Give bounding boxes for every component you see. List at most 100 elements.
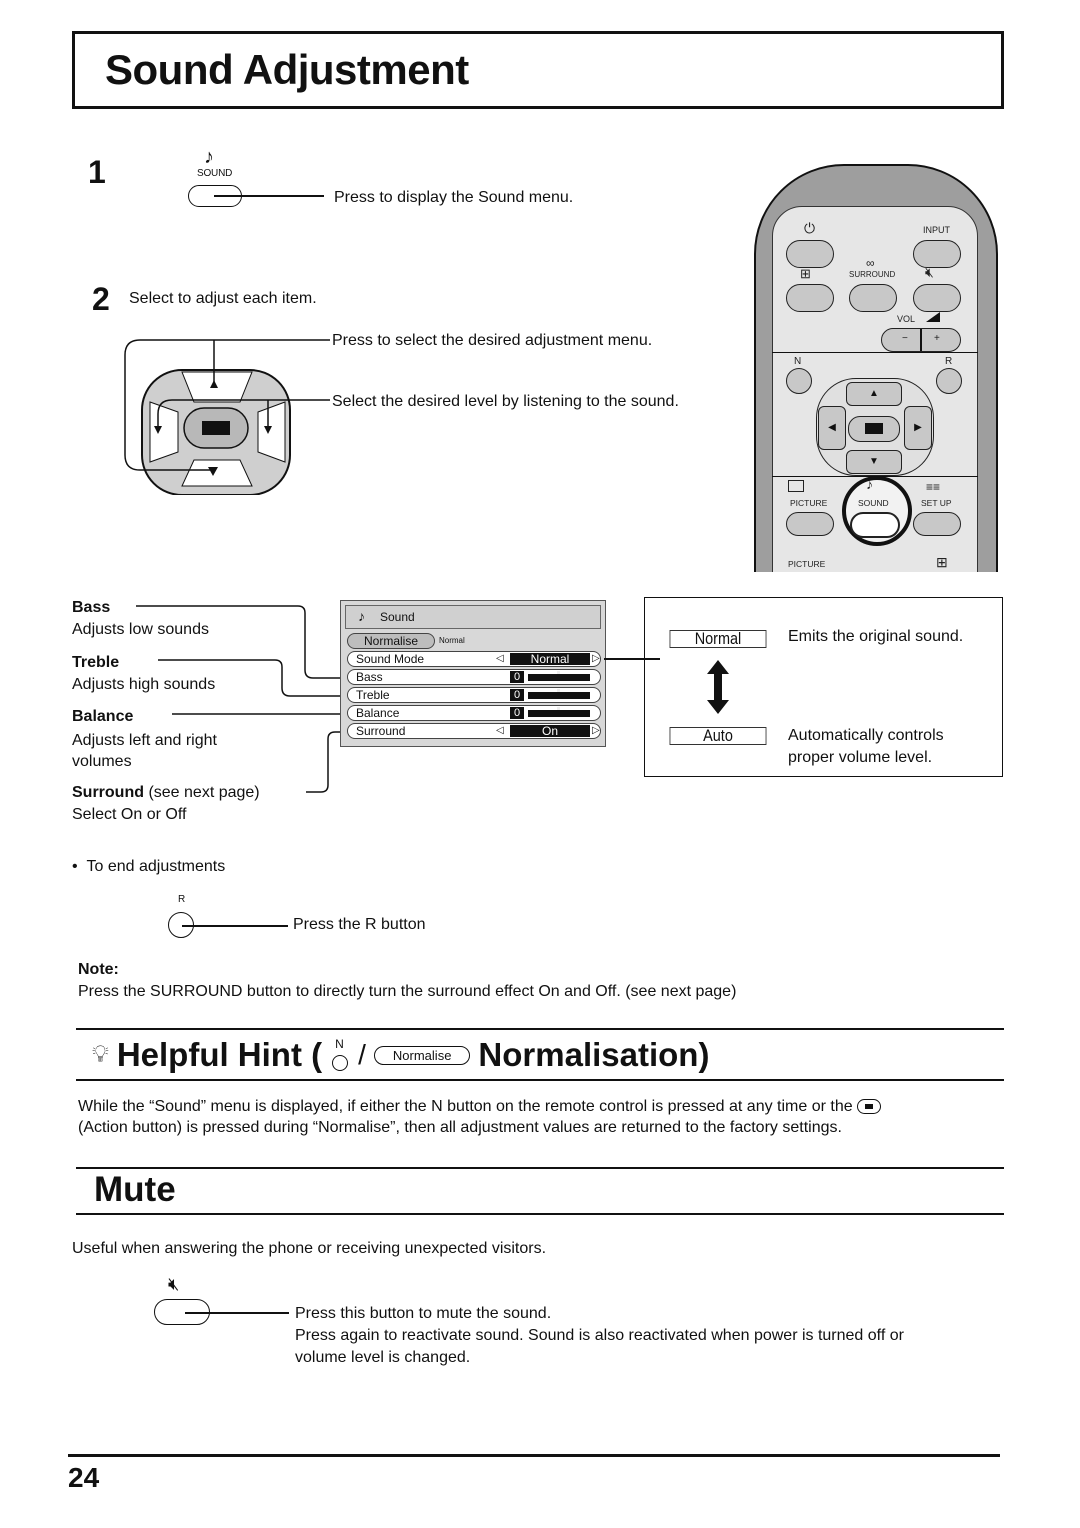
- action-square-icon: [202, 421, 230, 435]
- step-1-description: Press to display the Sound menu.: [334, 189, 574, 206]
- left-arrow-icon: ◁: [496, 725, 504, 736]
- step-1-number: 1: [88, 154, 106, 190]
- osd-row-label: Bass: [356, 670, 383, 684]
- sound-mode-options-box: Normal Emits the original sound. Auto Au…: [644, 597, 1003, 777]
- music-note-icon: ♪: [204, 146, 214, 168]
- mode-normal-description: Emits the original sound.: [788, 628, 964, 645]
- hint-line-1: While the “Sound” menu is displayed, if …: [78, 1098, 882, 1116]
- input-button[interactable]: [913, 240, 961, 268]
- balance-heading: Balance: [72, 708, 134, 725]
- setup-button[interactable]: [913, 512, 961, 536]
- volume-icon: [926, 312, 940, 322]
- r-label: R: [945, 356, 953, 367]
- osd-row-value: 0: [510, 671, 524, 683]
- hint-prefix: Helpful Hint (: [116, 1036, 323, 1073]
- remote-sound-button[interactable]: [850, 512, 900, 538]
- divider: [76, 1079, 1004, 1081]
- osd-row-label: Balance: [356, 706, 400, 720]
- dpad-down-button[interactable]: [181, 459, 253, 487]
- right-arrow-icon: ▷: [592, 653, 600, 664]
- n-label: N: [335, 1037, 344, 1051]
- mode-auto-description: Automatically controls proper volume lev…: [788, 727, 944, 766]
- r-button[interactable]: [936, 368, 962, 394]
- display-icon: ⊞: [800, 266, 811, 281]
- n-label: N: [794, 356, 802, 367]
- callout-line: [214, 195, 324, 197]
- lightbulb-icon: 💡︎: [92, 1041, 109, 1068]
- r-button-label: R: [178, 894, 186, 905]
- right-arrow-icon: ▷: [592, 725, 600, 736]
- osd-row-label: Sound Mode: [356, 652, 425, 666]
- hint-text-1: While the “Sound” menu is displayed, if …: [78, 1098, 853, 1115]
- mute-line-1: Press this button to mute the sound.: [295, 1305, 552, 1322]
- divider: [76, 1213, 1004, 1215]
- osd-row-treble[interactable]: Treble 0: [347, 687, 601, 703]
- hint-slash: /: [358, 1039, 366, 1070]
- end-bullet: • To end adjustments: [72, 858, 226, 875]
- remote-down-button[interactable]: ▼: [846, 450, 902, 474]
- callout-line: [185, 1312, 289, 1314]
- divider: [76, 1167, 1004, 1169]
- picture-mode-label: PICTURE: [788, 559, 826, 569]
- osd-row-value: Normal: [510, 653, 590, 665]
- surround-label: SURROUND: [849, 270, 896, 279]
- osd-row-sound-mode[interactable]: Sound Mode ◁ Normal ▷: [347, 651, 601, 667]
- osd-slider[interactable]: [528, 689, 590, 699]
- osd-slider[interactable]: [528, 671, 590, 681]
- remote-left-button[interactable]: ◀: [818, 406, 846, 450]
- mode-normal-label: Normal: [669, 630, 767, 648]
- normalise-status: Normal: [439, 636, 465, 645]
- osd-row-surround[interactable]: Surround ◁ On ▷: [347, 723, 601, 739]
- music-note-icon: ♪: [358, 608, 365, 624]
- surround-description: Select On or Off: [72, 806, 187, 823]
- mute-icon: 🔇︎: [168, 1274, 180, 1294]
- step-2-number: 2: [92, 281, 110, 317]
- osd-row-value: 0: [510, 689, 524, 701]
- osd-row-bass[interactable]: Bass 0: [347, 669, 601, 685]
- multi-window-icon: ⊞: [936, 554, 948, 570]
- remote-up-button[interactable]: ▲: [846, 382, 902, 406]
- mute-button[interactable]: [913, 284, 961, 312]
- power-button[interactable]: [786, 240, 834, 268]
- leftright-description: Select the desired level by listening to…: [332, 393, 679, 410]
- action-button-icon: [857, 1099, 882, 1115]
- action-square-icon: [865, 423, 883, 434]
- dpad-right-button[interactable]: [257, 401, 286, 463]
- bass-heading: Bass: [72, 599, 111, 616]
- hint-line-2: (Action button) is pressed during “Norma…: [78, 1119, 842, 1136]
- treble-heading: Treble: [72, 654, 120, 671]
- remote-action-button[interactable]: [848, 416, 900, 442]
- note-heading: Note:: [78, 961, 119, 978]
- footer-divider: [68, 1454, 1000, 1457]
- osd-title: Sound: [380, 610, 415, 624]
- mute-line-3: volume level is changed.: [295, 1349, 471, 1366]
- volume-up-button[interactable]: +: [934, 333, 940, 344]
- normalise-button[interactable]: Normalise: [347, 633, 435, 649]
- page-number: 24: [68, 1462, 100, 1493]
- picture-button[interactable]: [786, 512, 834, 536]
- osd-slider[interactable]: [528, 707, 590, 717]
- page-title-box: Sound Adjustment: [72, 31, 1004, 109]
- display-button[interactable]: [786, 284, 834, 312]
- volume-down-button[interactable]: −: [902, 333, 908, 344]
- vol-label: VOL: [897, 314, 916, 324]
- osd-row-value: On: [510, 725, 590, 737]
- divider: [76, 1028, 1004, 1030]
- n-button[interactable]: [786, 368, 812, 394]
- item-callout-lines: [136, 605, 345, 793]
- mute-line-2: Press again to reactivate sound. Sound i…: [295, 1327, 904, 1344]
- osd-row-value: 0: [510, 707, 524, 719]
- dpad-left-button[interactable]: [149, 401, 179, 463]
- osd-row-balance[interactable]: Balance 0: [347, 705, 601, 721]
- osd-header: ♪ Sound: [345, 605, 601, 629]
- remote-right-button[interactable]: ▶: [904, 406, 932, 450]
- input-label: INPUT: [923, 225, 950, 235]
- end-bullet-text: To end adjustments: [86, 858, 226, 875]
- normalise-pill-icon: Normalise: [373, 1045, 471, 1065]
- surround-button[interactable]: [849, 284, 897, 312]
- osd-row-label: Surround: [356, 724, 406, 738]
- music-note-icon: ♪: [866, 476, 873, 492]
- updown-description: Press to select the desired adjustment m…: [332, 332, 653, 349]
- remote-control: ⏻ INPUT ⊞ ∞ SURROUND 🔇︎ VOL − + N R ▲ ▼ …: [748, 158, 1000, 572]
- volume-rocker[interactable]: − +: [881, 328, 961, 352]
